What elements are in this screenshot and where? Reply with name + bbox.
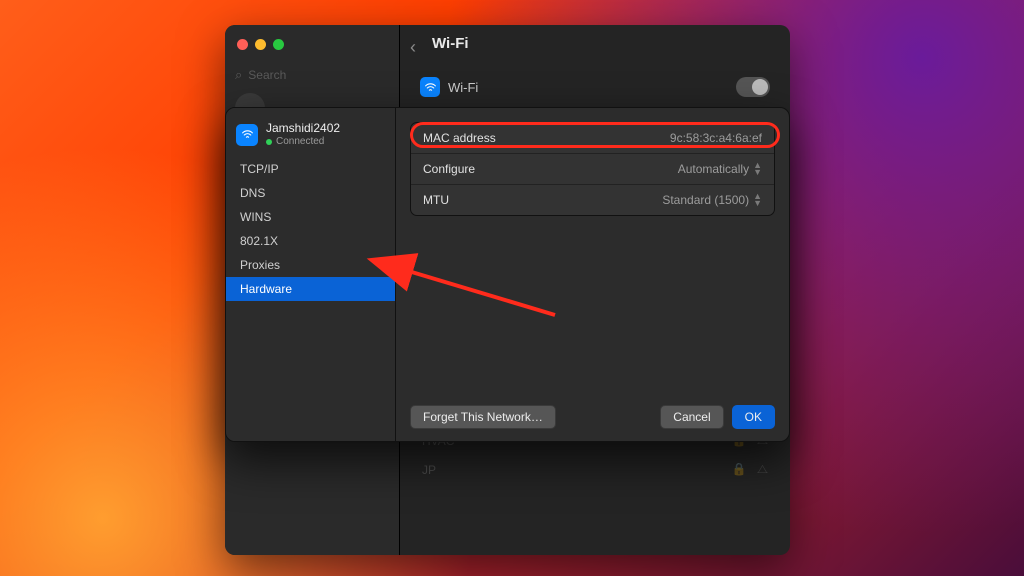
mac-label: MAC address [423,131,496,145]
sheet-content: MAC address 9c:58:3c:a4:6a:ef Configure … [396,108,789,441]
row-mac-address: MAC address 9c:58:3c:a4:6a:ef [411,123,774,153]
wifi-label: Wi-Fi [448,80,478,95]
search-input[interactable]: ⌕ Search [235,67,389,83]
stepper-icon: ▲▼ [753,193,762,207]
stepper-icon: ▲▼ [753,162,762,176]
page-title: Wi-Fi [432,35,469,52]
mac-value: 9c:58:3c:a4:6a:ef [670,131,762,145]
network-row[interactable]: JP🔒⧍ [414,455,776,484]
configure-value[interactable]: Automatically ▲▼ [678,162,762,176]
network-header: Jamshidi2402 Connected [226,116,395,157]
tab-wins[interactable]: WINS [226,205,395,229]
tab-8021x[interactable]: 802.1X [226,229,395,253]
back-chevron-icon[interactable]: ‹ [410,37,416,58]
wifi-icon [236,124,258,146]
sheet-sidebar: Jamshidi2402 Connected TCP/IP DNS WINS 8… [226,108,396,441]
wifi-signal-icon: ⧍ [757,462,768,477]
mtu-label: MTU [423,193,449,207]
forget-network-button[interactable]: Forget This Network… [410,405,556,429]
lock-icon: 🔒 [732,462,747,477]
network-details-sheet: Jamshidi2402 Connected TCP/IP DNS WINS 8… [225,107,790,442]
window-titlebar: ‹ Wi-Fi [225,25,790,67]
mtu-value[interactable]: Standard (1500) ▲▼ [662,193,762,207]
close-icon[interactable] [237,39,248,50]
configure-label: Configure [423,162,475,176]
search-icon: ⌕ [235,67,242,83]
tab-proxies[interactable]: Proxies [226,253,395,277]
tab-hardware[interactable]: Hardware [226,277,395,301]
tab-dns[interactable]: DNS [226,181,395,205]
maximize-icon[interactable] [273,39,284,50]
window-traffic-lights[interactable] [237,39,284,50]
row-mtu[interactable]: MTU Standard (1500) ▲▼ [411,184,774,215]
row-configure[interactable]: Configure Automatically ▲▼ [411,153,774,184]
search-placeholder: Search [248,68,286,82]
minimize-icon[interactable] [255,39,266,50]
wifi-icon [420,77,440,97]
cancel-button[interactable]: Cancel [660,405,723,429]
network-name: Jamshidi2402 [266,122,340,136]
tab-tcpip[interactable]: TCP/IP [226,157,395,181]
wifi-toggle[interactable] [736,77,770,97]
ok-button[interactable]: OK [732,405,775,429]
sheet-footer: Forget This Network… Cancel OK [396,395,789,441]
desktop-wallpaper: ‹ Wi-Fi ⌕ Search Accessibility Control C… [0,0,1024,576]
wifi-toggle-row: Wi-Fi [414,73,776,107]
hardware-fields: MAC address 9c:58:3c:a4:6a:ef Configure … [410,122,775,216]
status-dot-icon [266,139,272,145]
network-status: Connected [266,136,340,148]
